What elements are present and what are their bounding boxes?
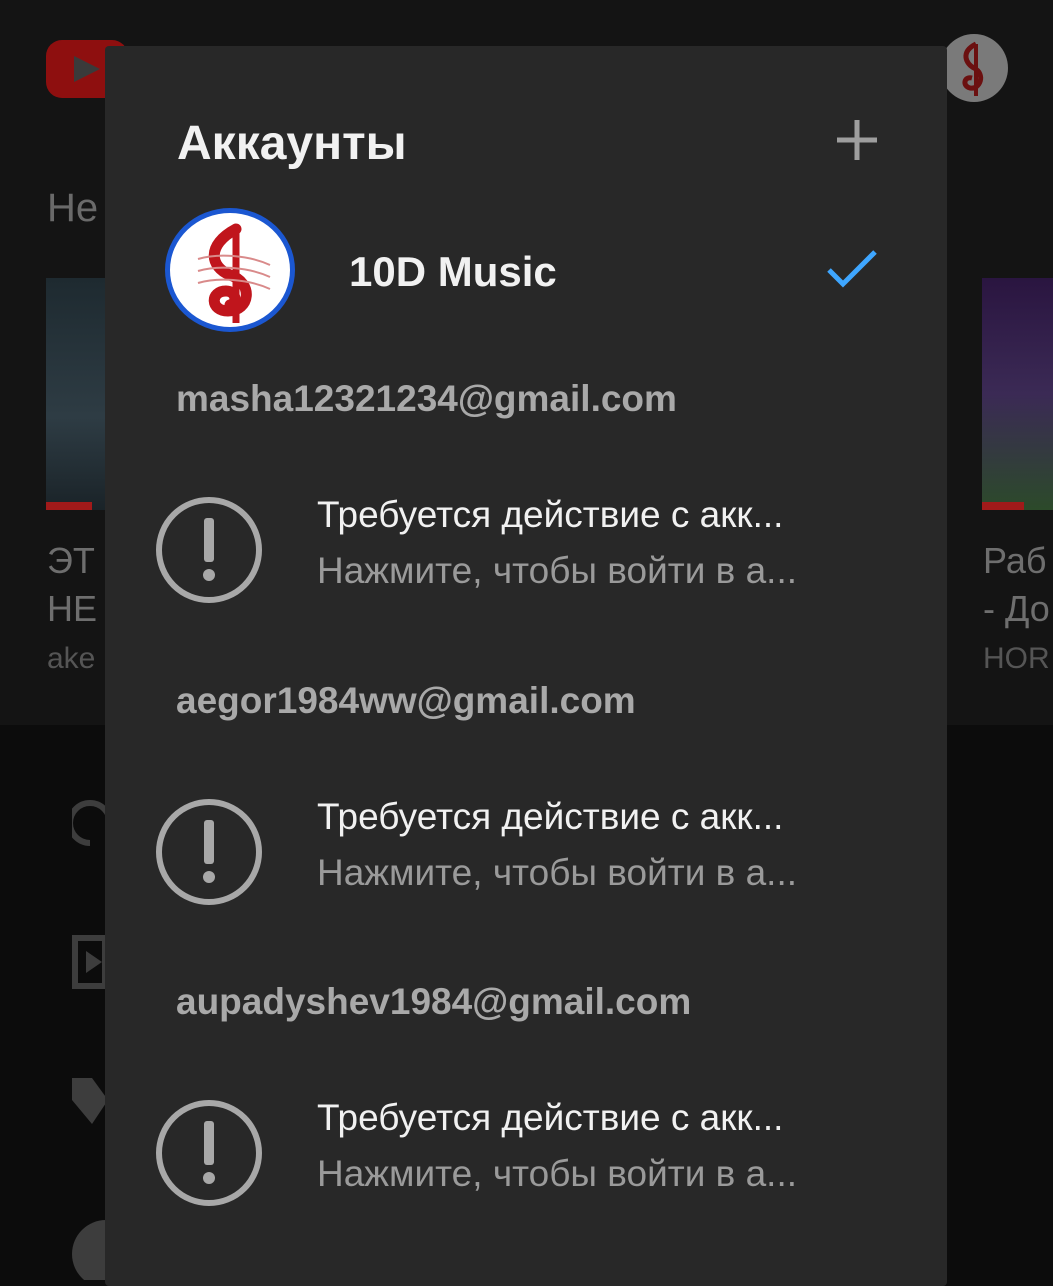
plus-icon — [837, 120, 877, 160]
account-status-title: Требуется действие с акк... — [317, 494, 784, 535]
account-status-subtitle: Нажмите, чтобы войти в а... — [317, 852, 798, 893]
video-title[interactable]: НЕ — [47, 588, 97, 630]
account-status-subtitle: Нажмите, чтобы войти в а... — [317, 1153, 798, 1194]
watch-progress-bar — [982, 502, 1024, 510]
account-status-title: Требуется действие с акк... — [317, 1097, 784, 1138]
treble-clef-icon — [197, 223, 271, 323]
account-avatar — [165, 208, 295, 332]
your-videos-icon[interactable] — [72, 935, 108, 989]
video-title[interactable]: - До — [983, 588, 1050, 630]
video-title[interactable]: ЭТ — [47, 540, 95, 582]
watch-progress-bar — [46, 502, 92, 510]
account-status-title: Требуется действие с акк... — [317, 796, 784, 837]
section-heading: Не — [47, 186, 99, 230]
video-thumbnail[interactable] — [982, 278, 1053, 510]
alert-circle-icon — [156, 497, 262, 603]
checkmark-icon — [827, 250, 877, 288]
video-title[interactable]: Раб — [983, 540, 1046, 582]
treble-clef-icon — [962, 41, 984, 96]
play-icon — [74, 56, 100, 82]
account-email: aupadyshev1984@gmail.com — [176, 981, 692, 1022]
accounts-dialog: Аккаунты 10D Music masha12321234@gmail.c… — [105, 46, 947, 1286]
purchases-icon[interactable] — [72, 1070, 108, 1130]
account-email: masha12321234@gmail.com — [176, 378, 677, 419]
profile-avatar-button[interactable] — [940, 34, 1008, 102]
dialog-title: Аккаунты — [177, 117, 407, 170]
video-channel: ake — [47, 642, 96, 675]
alert-circle-icon — [156, 799, 262, 905]
alert-circle-icon — [156, 1100, 262, 1206]
account-sign-in-row[interactable]: Требуется действие с акк... Нажмите, что… — [153, 1097, 893, 1217]
account-sign-in-row[interactable]: Требуется действие с акк... Нажмите, что… — [153, 796, 893, 916]
account-status-subtitle: Нажмите, чтобы войти в а... — [317, 550, 798, 591]
account-email: aegor1984ww@gmail.com — [176, 680, 636, 721]
add-account-button[interactable] — [833, 116, 881, 164]
account-sign-in-row[interactable]: Требуется действие с акк... Нажмите, что… — [153, 494, 893, 614]
current-account-row[interactable]: 10D Music — [165, 208, 885, 338]
video-channel: HOR — [983, 642, 1050, 675]
account-name: 10D Music — [349, 248, 557, 295]
